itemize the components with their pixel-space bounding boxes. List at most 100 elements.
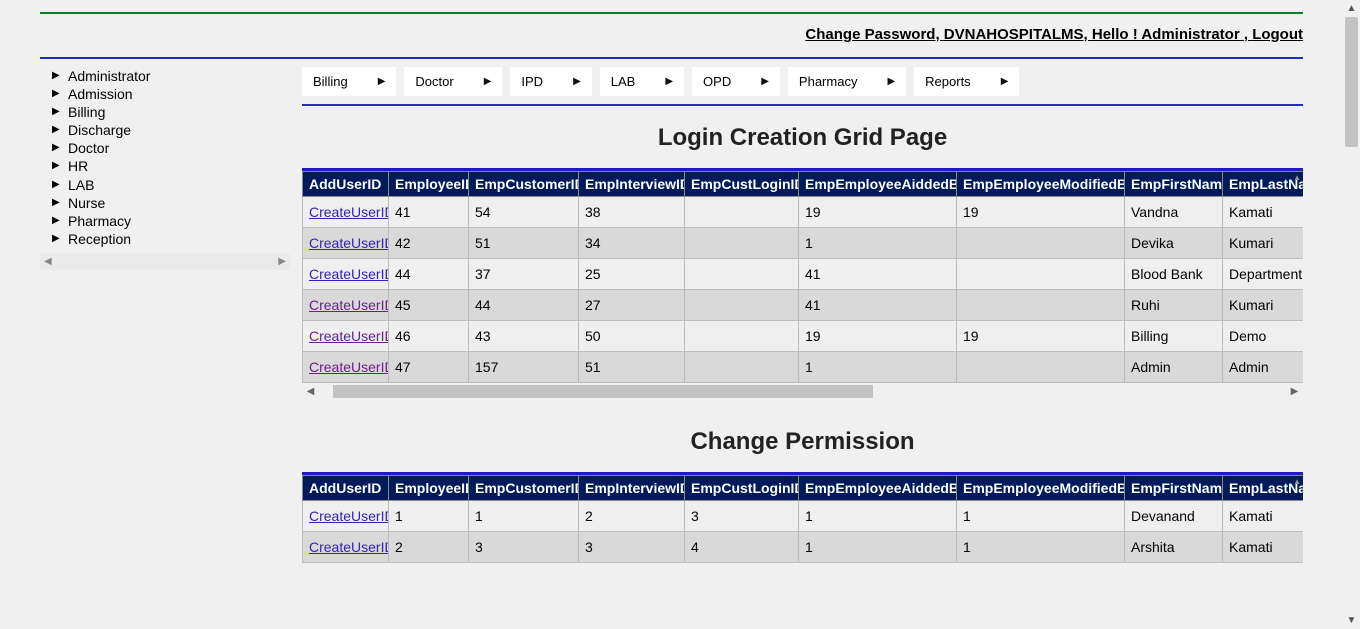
table-row: CreateUserID112311DevanandKamati xyxy=(303,501,1304,532)
chevron-down-icon[interactable]: ▼ xyxy=(1343,612,1360,629)
column-header[interactable]: EmpCustomerID xyxy=(469,172,579,197)
menu-label: OPD xyxy=(703,74,731,89)
column-header[interactable]: EmpEmployeeAiddedBy xyxy=(799,172,957,197)
cell: 2 xyxy=(389,532,469,563)
cell: 1 xyxy=(799,228,957,259)
cell: Devika xyxy=(1125,228,1223,259)
menu-reports[interactable]: Reports ▶ xyxy=(914,67,1019,96)
chevron-left-icon: ◀ xyxy=(44,256,52,267)
cell: 19 xyxy=(799,197,957,228)
cell: 44 xyxy=(389,259,469,290)
change-password-link[interactable]: Change Password xyxy=(805,26,935,43)
column-header[interactable]: EmpCustLoginID xyxy=(685,172,799,197)
sort-indicator-icon: ▲ xyxy=(1293,477,1301,486)
chevron-left-icon[interactable]: ◀ xyxy=(302,383,319,400)
create-user-id-link[interactable]: CreateUserID xyxy=(309,539,389,555)
cell: Department xyxy=(1223,259,1304,290)
table-row: CreateUserID233411ArshitaKamati xyxy=(303,532,1304,563)
sidebar-item-admission[interactable]: Admission xyxy=(40,85,290,103)
cell: 41 xyxy=(799,259,957,290)
top-links-bar: Change Password, DVNAHOSPITALMS, Hello !… xyxy=(40,22,1303,49)
sidebar-item-reception[interactable]: Reception xyxy=(40,230,290,248)
column-header[interactable]: EmpFirstName xyxy=(1125,476,1223,501)
sidebar-horizontal-scrollbar[interactable]: ◀ ▶ xyxy=(40,254,290,270)
sidebar-item-pharmacy[interactable]: Pharmacy xyxy=(40,212,290,230)
create-user-id-link[interactable]: CreateUserID xyxy=(309,297,389,313)
column-header[interactable]: EmpCustomerID xyxy=(469,476,579,501)
cell: 42 xyxy=(389,228,469,259)
column-header[interactable]: EmpInterviewID xyxy=(579,172,685,197)
create-user-id-link[interactable]: CreateUserID xyxy=(309,359,389,375)
cell: 50 xyxy=(579,321,685,352)
sidebar-item-billing[interactable]: Billing xyxy=(40,103,290,121)
chevron-up-icon[interactable]: ▲ xyxy=(1343,0,1360,17)
column-header[interactable]: EmpEmployeeModifiedBy xyxy=(957,476,1125,501)
menu-doctor[interactable]: Doctor▶ xyxy=(404,67,502,96)
column-header[interactable]: EmployeeID xyxy=(389,172,469,197)
menu-lab[interactable]: LAB▶ xyxy=(600,67,684,96)
chevron-right-icon[interactable]: ▶ xyxy=(1286,383,1303,400)
cell: Admin xyxy=(1223,352,1304,383)
cell: 38 xyxy=(579,197,685,228)
menu-pharmacy[interactable]: Pharmacy▶ xyxy=(788,67,906,96)
cell: 2 xyxy=(579,501,685,532)
table-row: CreateUserID4251341DevikaKumari xyxy=(303,228,1304,259)
chevron-right-icon: ▶ xyxy=(1001,76,1009,87)
column-header[interactable]: EmployeeID xyxy=(389,476,469,501)
brand-link[interactable]: DVNAHOSPITALMS xyxy=(944,26,1084,43)
sidebar-item-doctor[interactable]: Doctor xyxy=(40,139,290,157)
scrollbar-thumb[interactable] xyxy=(333,385,873,398)
column-header[interactable]: EmpLastName xyxy=(1223,172,1304,197)
cell: 25 xyxy=(579,259,685,290)
logout-link[interactable]: Logout xyxy=(1252,26,1303,43)
create-user-id-link[interactable]: CreateUserID xyxy=(309,204,389,220)
chevron-right-icon: ▶ xyxy=(378,76,386,87)
cell: 1 xyxy=(799,532,957,563)
sidebar-item-nurse[interactable]: Nurse xyxy=(40,194,290,212)
cell: Arshita xyxy=(1125,532,1223,563)
cell: 37 xyxy=(469,259,579,290)
top-divider-green xyxy=(40,12,1303,14)
create-user-id-link[interactable]: CreateUserID xyxy=(309,508,389,524)
chevron-right-icon: ▶ xyxy=(278,256,286,267)
sidebar-item-discharge[interactable]: Discharge xyxy=(40,121,290,139)
scrollbar-thumb[interactable] xyxy=(1345,17,1358,147)
column-header[interactable]: EmpEmployeeModifiedBy xyxy=(957,172,1125,197)
cell: 19 xyxy=(957,197,1125,228)
menu-label: Pharmacy xyxy=(799,74,858,89)
cell: 41 xyxy=(389,197,469,228)
menu-billing[interactable]: Billing▶ xyxy=(302,67,396,96)
column-header[interactable]: EmpEmployeeAiddedBy xyxy=(799,476,957,501)
cell: 41 xyxy=(799,290,957,321)
create-user-id-link[interactable]: CreateUserID xyxy=(309,266,389,282)
table-row: CreateUserID4154381919VandnaKamati xyxy=(303,197,1304,228)
create-user-id-link[interactable]: CreateUserID xyxy=(309,328,389,344)
column-header[interactable]: EmpCustLoginID xyxy=(685,476,799,501)
cell: 47 xyxy=(389,352,469,383)
top-menu-bar: Billing▶Doctor▶IPD▶LAB▶OPD▶Pharmacy▶Repo… xyxy=(302,67,1303,96)
column-header[interactable]: AddUserID xyxy=(303,476,389,501)
column-header[interactable]: AddUserID xyxy=(303,172,389,197)
sort-indicator-icon: ▲ xyxy=(1293,173,1301,182)
column-header[interactable]: EmpInterviewID xyxy=(579,476,685,501)
cell xyxy=(957,352,1125,383)
menu-ipd[interactable]: IPD▶ xyxy=(510,67,591,96)
column-header[interactable]: EmpFirstName xyxy=(1125,172,1223,197)
sidebar-item-administrator[interactable]: Administrator xyxy=(40,67,290,85)
grid1-horizontal-scrollbar[interactable]: ◀ ▶ xyxy=(302,383,1303,400)
cell: Admin xyxy=(1125,352,1223,383)
cell: 157 xyxy=(469,352,579,383)
top-divider-blue xyxy=(40,57,1303,59)
page-title: Login Creation Grid Page xyxy=(302,124,1303,152)
create-user-id-link[interactable]: CreateUserID xyxy=(309,235,389,251)
sidebar-item-hr[interactable]: HR xyxy=(40,157,290,175)
menu-opd[interactable]: OPD▶ xyxy=(692,67,780,96)
cell xyxy=(685,290,799,321)
sidebar-item-lab[interactable]: LAB xyxy=(40,176,290,194)
page-vertical-scrollbar[interactable]: ▲ ▼ xyxy=(1343,0,1360,629)
cell: Billing xyxy=(1125,321,1223,352)
chevron-right-icon: ▶ xyxy=(573,76,581,87)
column-header[interactable]: EmpLastName xyxy=(1223,476,1304,501)
menu-label: Reports xyxy=(925,74,971,89)
chevron-right-icon: ▶ xyxy=(665,76,673,87)
